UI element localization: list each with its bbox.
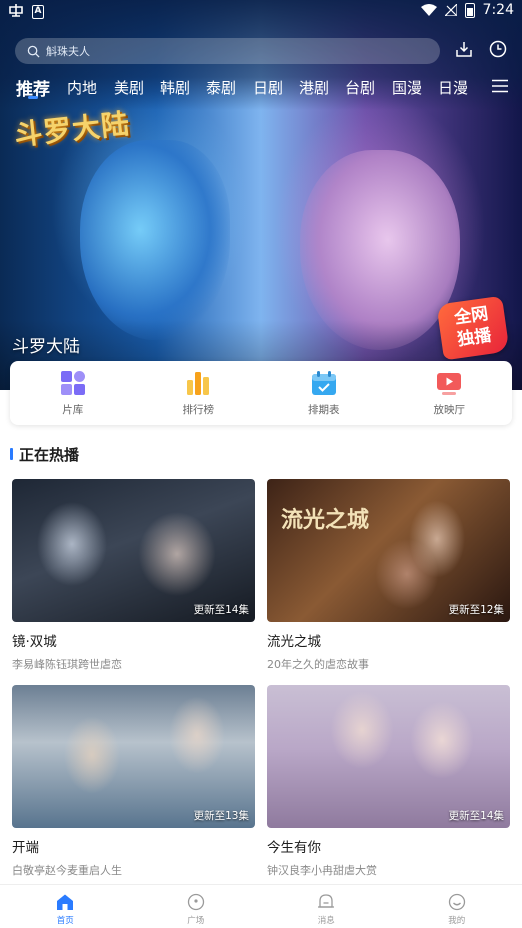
quick-nav-screening-room[interactable]: 放映厅 [387,361,513,425]
status-bar: A 7:24 [0,0,522,22]
quick-nav: 片库 排行榜 排期表 放映厅 [10,361,512,425]
bottom-nav-label: 我的 [448,916,466,926]
bar-chart-icon [187,372,210,395]
play-screen-icon [437,373,462,395]
show-card[interactable]: 更新至13集 开端 白敬亭赵今麦重启人生 [12,685,255,878]
show-subtitle: 20年之久的虐恋故事 [267,658,369,671]
tab-korean-drama[interactable]: 韩剧 [160,77,190,98]
tab-mainland[interactable]: 内地 [67,77,97,98]
tab-us-drama[interactable]: 美剧 [114,77,144,98]
status-time: 7:24 [482,2,514,18]
quick-nav-label: 排行榜 [182,404,215,416]
tab-thai-drama[interactable]: 泰剧 [206,77,236,98]
quick-nav-label: 放映厅 [433,404,466,416]
section-title: 正在热播 [19,446,80,464]
bottom-nav-label: 广场 [187,916,205,926]
show-title[interactable]: 开端 [12,836,255,856]
bottom-nav-messages[interactable]: 消息 [261,885,392,928]
search-bar[interactable] [15,38,440,64]
episode-update: 更新至12集 [448,604,504,616]
quick-nav-ranking[interactable]: 排行榜 [136,361,262,425]
download-icon[interactable] [454,39,474,59]
show-card[interactable]: 更新至14集 镜·双城 李易峰陈钰琪跨世虐恋 [12,479,255,672]
tab-chinese-anime[interactable]: 国漫 [392,77,422,98]
tab-active-indicator [28,96,38,99]
episode-update: 更新至14集 [193,604,249,616]
message-icon [318,894,335,908]
show-poster[interactable]: 更新至14集 [267,685,510,828]
search-input[interactable] [46,44,396,58]
show-subtitle: 白敬亭赵今麦重启人生 [12,864,122,877]
episode-update: 更新至14集 [448,810,504,822]
home-icon [57,894,74,910]
history-icon[interactable] [488,39,508,59]
quick-nav-schedule[interactable]: 排期表 [261,361,387,425]
show-card[interactable]: 更新至14集 今生有你 钟汉良李小冉甜虐大赏 [267,685,510,878]
section-marker [10,448,13,460]
tab-japanese-drama[interactable]: 日剧 [253,77,283,98]
menu-icon[interactable] [492,79,508,93]
episode-update: 更新至13集 [193,810,249,822]
a-notification-icon: A [32,5,44,19]
show-title[interactable]: 今生有你 [267,836,510,856]
exclusive-badge: 全网 独播 [436,295,510,361]
show-subtitle: 钟汉良李小冉甜虐大赏 [267,864,377,877]
show-subtitle: 李易峰陈钰琪跨世虐恋 [12,658,122,671]
show-title[interactable]: 镜·双城 [12,630,255,650]
banner-character-left [80,140,230,340]
plaza-icon [187,893,204,911]
tab-japanese-anime[interactable]: 日漫 [438,77,468,98]
app-screen: 斗罗大陆 斗罗大陆 全网 独播 A 7:24 推荐 内地 美剧 韩 [0,0,522,928]
tab-hk-drama[interactable]: 港剧 [299,77,329,98]
bottom-nav-profile[interactable]: 我的 [392,885,522,928]
bottom-nav: 首页 广场 消息 我的 [0,884,522,928]
battery-icon [464,2,475,18]
show-poster[interactable]: 流光之城 更新至12集 [267,479,510,622]
tab-taiwan-drama[interactable]: 台剧 [345,77,375,98]
bottom-nav-label: 消息 [317,916,335,926]
calendar-icon [311,371,336,395]
show-card[interactable]: 流光之城 更新至12集 流光之城 20年之久的虐恋故事 [267,479,510,672]
search-icon [27,45,40,58]
profile-icon [448,893,465,911]
grid-icon [60,371,85,395]
quick-nav-library[interactable]: 片库 [10,361,136,425]
bottom-nav-home[interactable]: 首页 [0,885,131,928]
show-poster[interactable]: 更新至13集 [12,685,255,828]
show-poster[interactable]: 更新至14集 [12,479,255,622]
banner-title[interactable]: 斗罗大陆 [12,332,80,357]
category-tabs: 推荐 内地 美剧 韩剧 泰剧 日剧 港剧 台剧 国漫 日漫 [0,74,522,104]
poster-title-art: 流光之城 [281,507,370,533]
bottom-nav-label: 首页 [56,916,74,926]
show-title[interactable]: 流光之城 [267,630,510,650]
quick-nav-label: 排期表 [308,404,340,416]
no-signal-icon [444,4,457,16]
quick-nav-label: 片库 [62,404,84,416]
wifi-icon [420,4,437,16]
bottom-nav-plaza[interactable]: 广场 [131,885,262,928]
app-notification-icon [8,3,24,21]
